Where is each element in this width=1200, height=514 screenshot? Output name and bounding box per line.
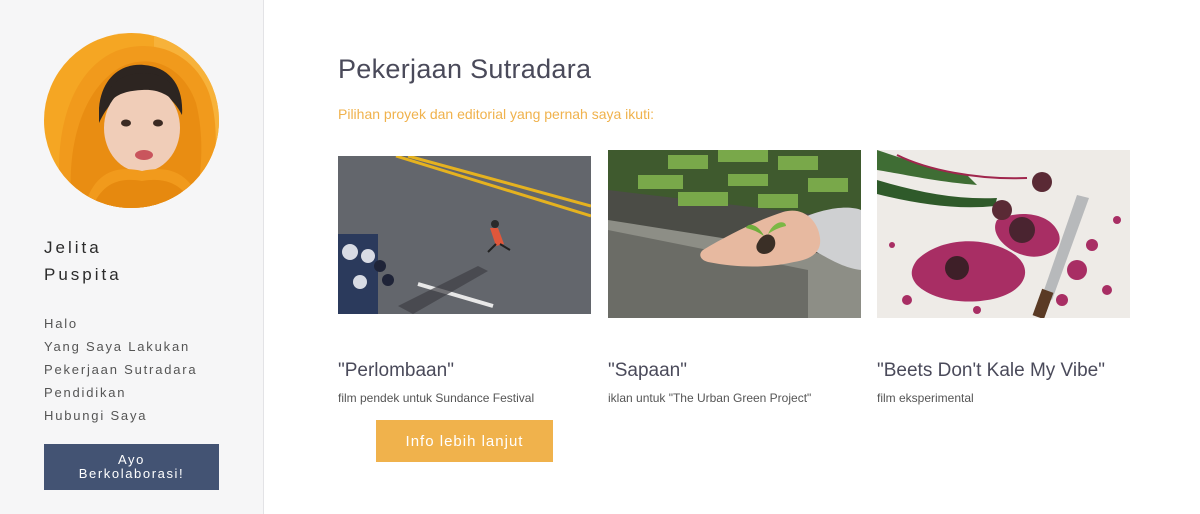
sidebar: Jelita Puspita Halo Yang Saya Lakukan Pe… <box>0 0 264 514</box>
nav-item-halo[interactable]: Halo <box>44 312 197 335</box>
project-title-sapaan: "Sapaan" <box>608 360 687 381</box>
project-desc-sapaan: iklan untuk "The Urban Green Project" <box>608 391 812 405</box>
project-image-beets[interactable] <box>877 150 1130 318</box>
page-subtitle: Pilihan proyek dan editorial yang pernah… <box>338 106 654 122</box>
avatar <box>44 33 219 208</box>
project-title-beets: "Beets Don't Kale My Vibe" <box>877 360 1105 381</box>
project-desc-beets: film eksperimental <box>877 391 974 405</box>
collaborate-button-line2: Berkolaborasi! <box>78 466 185 481</box>
collaborate-button-line1: Ayo <box>118 452 145 467</box>
project-title-perlombaan: "Perlombaan" <box>338 360 454 381</box>
nav-item-hubungi-saya[interactable]: Hubungi Saya <box>44 404 197 427</box>
collaborate-button[interactable]: Ayo Berkolaborasi! <box>44 444 219 490</box>
profile-first-name: Jelita <box>44 238 102 257</box>
project-card-perlombaan <box>338 156 591 314</box>
more-info-button[interactable]: Info lebih lanjut <box>376 420 553 462</box>
page-title: Pekerjaan Sutradara <box>338 54 592 84</box>
project-image-seedling-hand[interactable] <box>608 150 861 318</box>
project-card-beets <box>877 150 1130 318</box>
sidebar-nav: Halo Yang Saya Lakukan Pekerjaan Sutrada… <box>44 312 197 427</box>
nav-item-pekerjaan-sutradara[interactable]: Pekerjaan Sutradara <box>44 358 197 381</box>
nav-item-yang-saya-lakukan[interactable]: Yang Saya Lakukan <box>44 335 197 358</box>
project-card-sapaan <box>608 150 861 318</box>
project-desc-perlombaan: film pendek untuk Sundance Festival <box>338 391 535 405</box>
profile-name: Jelita Puspita <box>44 234 122 288</box>
project-image-race[interactable] <box>338 156 591 314</box>
profile-last-name: Puspita <box>44 265 122 284</box>
nav-item-pendidikan[interactable]: Pendidikan <box>44 381 197 404</box>
